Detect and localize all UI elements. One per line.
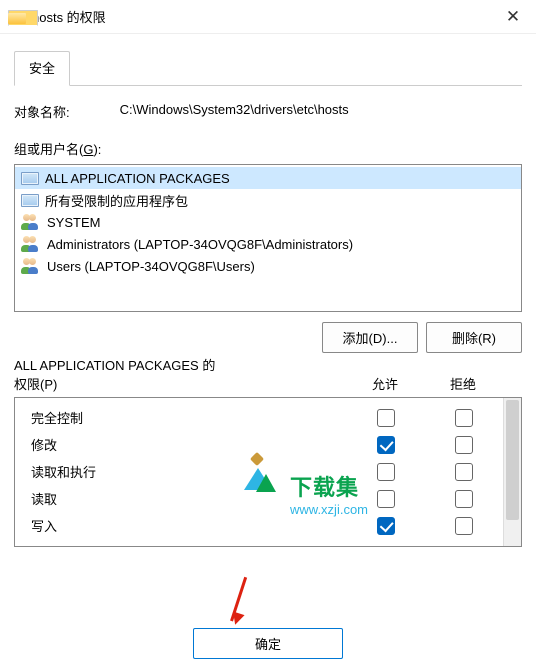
tab-security[interactable]: 安全 [14,51,70,86]
perm-table: 完全控制修改读取和执行读取写入 [14,397,522,547]
title-bar: hosts 的权限 ✕ [0,0,536,34]
users-icon [21,236,41,252]
list-item-label: SYSTEM [47,215,100,230]
perm-title: ALL APPLICATION PACKAGES 的 权限(P) [14,355,346,393]
perm-col-deny: 拒绝 [424,374,502,393]
perm-title-post: ) [53,377,57,392]
red-arrow-annotation [230,575,233,621]
deny-checkbox[interactable] [455,436,473,454]
object-label: 对象名称: [14,102,70,121]
ok-button[interactable]: 确定 [193,628,343,659]
deny-checkbox[interactable] [455,409,473,427]
groups-listbox[interactable]: ALL APPLICATION PACKAGES 所有受限制的应用程序包 SYSTE… [14,164,522,312]
perm-header: ALL APPLICATION PACKAGES 的 权限(P) 允许 拒绝 [14,355,522,393]
window-title: hosts 的权限 [32,7,106,26]
add-button[interactable]: 添加(D)... [322,322,418,353]
deny-checkbox[interactable] [455,490,473,508]
groups-label-hotkey: G [83,142,93,157]
perm-row: 读取 [15,485,503,512]
app-package-icon [21,194,39,207]
perm-title-hotkey: P [44,377,53,392]
list-item-label: Users (LAPTOP-34OVQG8F\Users) [47,259,255,274]
perm-name: 修改 [31,435,347,454]
allow-checkbox[interactable] [377,463,395,481]
perm-col-allow: 允许 [346,374,424,393]
allow-checkbox[interactable] [377,409,395,427]
list-item[interactable]: Users (LAPTOP-34OVQG8F\Users) [15,255,521,277]
perm-name: 读取和执行 [31,462,347,481]
close-button[interactable]: ✕ [490,0,536,34]
perm-row: 读取和执行 [15,458,503,485]
groups-button-row: 添加(D)... 删除(R) [14,322,522,353]
scrollbar[interactable] [503,398,521,546]
object-row: 对象名称: C:\Windows\System32\drivers\etc\ho… [14,102,522,121]
perm-name: 完全控制 [31,408,347,427]
perm-name: 读取 [31,489,347,508]
deny-checkbox[interactable] [455,517,473,535]
allow-checkbox[interactable] [377,436,395,454]
allow-checkbox[interactable] [377,517,395,535]
groups-label-pre: 组或用户名( [14,142,83,157]
deny-checkbox[interactable] [455,463,473,481]
groups-label-post: ): [93,142,101,157]
folder-icon [8,10,26,24]
users-icon [21,258,41,274]
object-value: C:\Windows\System32\drivers\etc\hosts [120,102,349,121]
remove-button[interactable]: 删除(R) [426,322,522,353]
perm-row: 完全控制 [15,404,503,431]
groups-label: 组或用户名(G): [14,139,522,158]
perm-name: 写入 [31,516,347,535]
tab-strip: 安全 [14,50,522,86]
allow-checkbox[interactable] [377,490,395,508]
list-item[interactable]: SYSTEM [15,211,521,233]
bottom-button-row: 确定 [0,628,536,659]
list-item[interactable]: 所有受限制的应用程序包 [15,189,521,211]
app-package-icon [21,172,39,185]
users-icon [21,214,41,230]
perm-row: 修改 [15,431,503,458]
list-item-label: Administrators (LAPTOP-34OVQG8F\Administ… [47,237,353,252]
list-item[interactable]: Administrators (LAPTOP-34OVQG8F\Administ… [15,233,521,255]
perm-row: 写入 [15,512,503,539]
scrollbar-thumb[interactable] [506,400,519,520]
list-item-label: ALL APPLICATION PACKAGES [45,171,230,186]
list-item[interactable]: ALL APPLICATION PACKAGES [15,167,521,189]
list-item-label: 所有受限制的应用程序包 [45,191,188,210]
